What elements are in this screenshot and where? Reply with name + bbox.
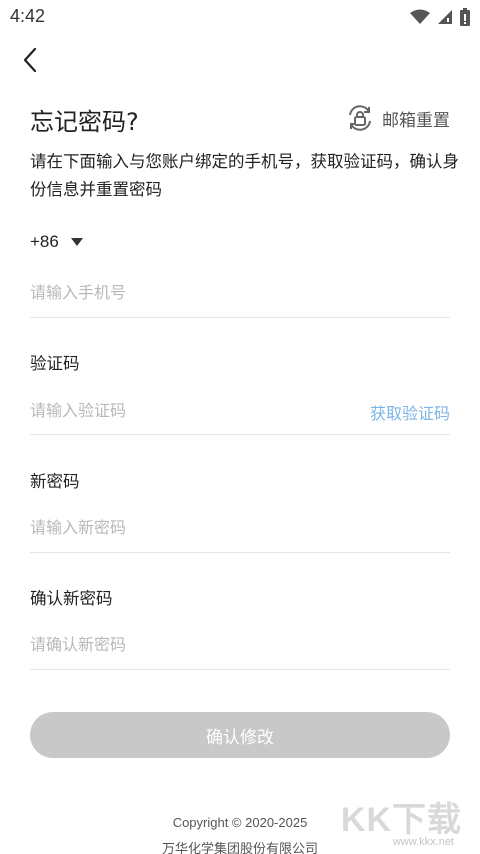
new-password-label: 新密码 bbox=[30, 472, 80, 491]
phone-divider bbox=[30, 317, 450, 318]
new-password-input[interactable] bbox=[30, 505, 450, 549]
status-time: 4:42 bbox=[10, 6, 46, 26]
signal-icon bbox=[438, 10, 452, 24]
verification-code-input[interactable] bbox=[30, 388, 330, 432]
status-icons bbox=[410, 8, 470, 26]
caret-down-icon bbox=[70, 238, 83, 246]
phone-input[interactable] bbox=[30, 270, 450, 314]
email-reset-button[interactable]: 邮箱重置 bbox=[346, 104, 450, 132]
watermark-url: www.kkx.net bbox=[392, 836, 454, 848]
confirm-password-input[interactable] bbox=[30, 622, 450, 666]
verification-code-label: 验证码 bbox=[30, 354, 80, 373]
verification-divider bbox=[30, 434, 450, 435]
confirm-change-button[interactable]: 确认修改 bbox=[30, 712, 450, 758]
instruction-text: 请在下面输入与您账户绑定的手机号，获取验证码，确认身份信息并重置密码 bbox=[30, 152, 459, 199]
country-code-selector[interactable]: +86 bbox=[30, 232, 83, 252]
wifi-icon bbox=[410, 9, 430, 24]
battery-icon bbox=[460, 8, 470, 26]
lock-reset-icon bbox=[349, 105, 371, 131]
country-code: +86 bbox=[30, 232, 59, 251]
watermark-logo: KK下载 bbox=[340, 801, 462, 839]
get-code-button[interactable]: 获取验证码 bbox=[370, 400, 450, 424]
confirm-password-divider bbox=[30, 669, 450, 670]
new-password-divider bbox=[30, 552, 450, 553]
status-bar: 4:42 bbox=[0, 0, 480, 34]
confirm-password-label: 确认新密码 bbox=[30, 589, 113, 608]
back-button[interactable] bbox=[14, 44, 46, 76]
chevron-left-icon bbox=[23, 47, 37, 73]
email-reset-label: 邮箱重置 bbox=[382, 110, 450, 131]
page-title: 忘记密码? bbox=[30, 108, 139, 136]
